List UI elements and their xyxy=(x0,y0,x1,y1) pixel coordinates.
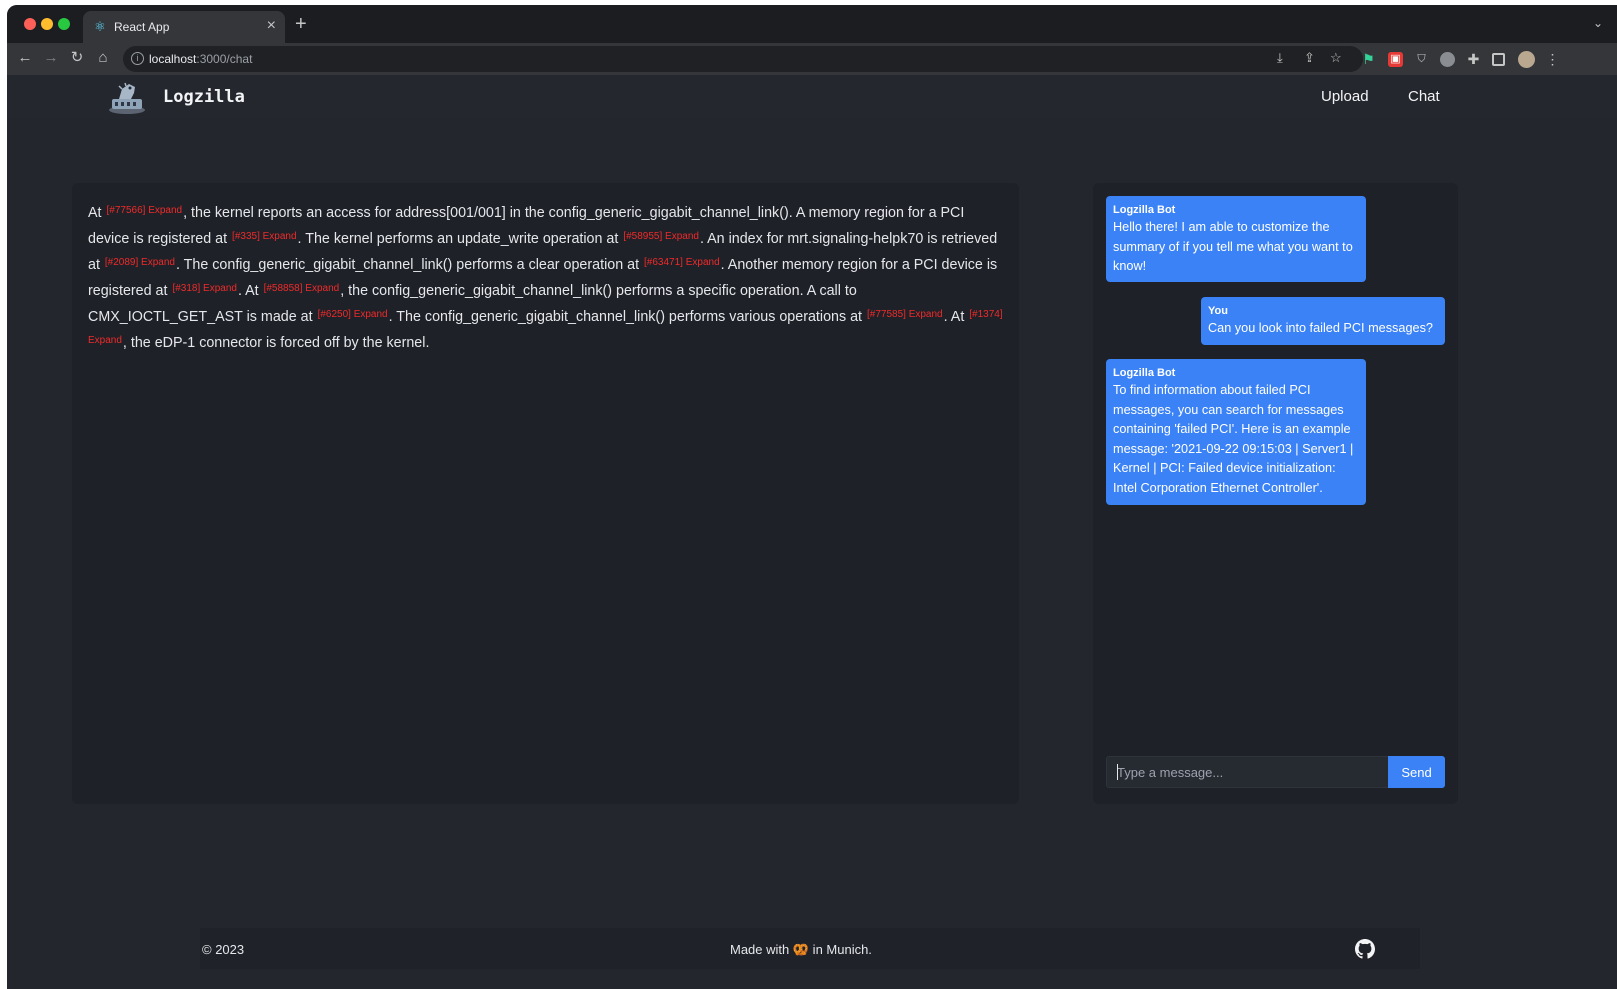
log-reference-link[interactable]: [#63471] Expand xyxy=(644,257,720,268)
brand-name[interactable]: Logzilla xyxy=(163,87,245,107)
chat-panel: Logzilla Bot Hello there! I am able to c… xyxy=(1093,183,1458,804)
log-reference-link[interactable]: [#6250] Expand xyxy=(318,309,388,320)
summary-segment: . At xyxy=(943,309,969,325)
browser-window: ⚛ React App × + ⌄ ← → ↻ ⌂ i localhost:30… xyxy=(7,5,1617,989)
pretzel-icon: 🥨 xyxy=(792,942,810,957)
puzzle-icon[interactable]: ✚ xyxy=(1466,52,1481,67)
maximize-window-button[interactable] xyxy=(58,18,70,30)
log-reference-link[interactable]: [#58858] Expand xyxy=(264,283,340,294)
copyright-text: © 2023 xyxy=(202,942,245,957)
browser-tab[interactable]: ⚛ React App × xyxy=(83,11,285,43)
message-input[interactable] xyxy=(1106,756,1389,788)
react-icon: ⚛ xyxy=(94,19,106,34)
tab-title: React App xyxy=(114,20,170,34)
forward-icon[interactable]: → xyxy=(41,48,61,68)
info-icon[interactable]: i xyxy=(131,52,144,65)
logzilla-logo[interactable] xyxy=(107,81,147,115)
avatar[interactable] xyxy=(1518,51,1535,68)
app-root: Logzilla Upload Chat At [#77566] Expand,… xyxy=(7,75,1617,989)
log-reference-link[interactable]: [#335] Expand xyxy=(232,231,297,242)
extension-icon[interactable] xyxy=(1440,52,1455,67)
extension-icon[interactable]: ⚑ xyxy=(1361,52,1376,67)
message-text: To find information about failed PCI mes… xyxy=(1113,383,1354,495)
summary-segment: . At xyxy=(237,283,263,299)
reload-icon[interactable]: ↻ xyxy=(67,48,87,68)
summary-segment: . The kernel performs an update_write op… xyxy=(297,231,623,247)
kebab-menu-icon[interactable]: ⋮ xyxy=(1545,52,1560,67)
shield-icon[interactable]: ⛉ xyxy=(1414,52,1429,67)
chevron-down-icon[interactable]: ⌄ xyxy=(1593,16,1603,30)
log-reference-link[interactable]: [#318] Expand xyxy=(172,283,237,294)
log-reference-link[interactable]: [#77585] Expand xyxy=(867,309,943,320)
close-window-button[interactable] xyxy=(24,18,36,30)
address-bar[interactable]: i localhost:3000/chat ⤓ ⇪ ☆ xyxy=(123,46,1363,72)
new-tab-icon[interactable]: + xyxy=(295,13,307,36)
message-sender: You xyxy=(1208,305,1228,317)
summary-text: At [#77566] Expand, the kernel reports a… xyxy=(88,199,1008,355)
summary-panel: At [#77566] Expand, the kernel reports a… xyxy=(72,183,1019,804)
chat-message-user: You Can you look into failed PCI message… xyxy=(1201,297,1445,345)
log-reference-link[interactable]: [#2089] Expand xyxy=(105,257,175,268)
summary-segment: , the eDP-1 connector is forced off by t… xyxy=(122,335,430,351)
tab-close-icon[interactable]: × xyxy=(267,17,276,35)
minimize-window-button[interactable] xyxy=(41,18,53,30)
nav-link-chat[interactable]: Chat xyxy=(1408,88,1440,105)
chat-message-bot: Logzilla Bot Hello there! I am able to c… xyxy=(1106,196,1366,282)
message-sender: Logzilla Bot xyxy=(1113,204,1176,216)
made-with-text: Made with 🥨 in Munich. xyxy=(730,942,872,957)
summary-segment: . The config_generic_gigabit_channel_lin… xyxy=(175,257,644,273)
nav-link-upload[interactable]: Upload xyxy=(1321,88,1369,105)
share-icon[interactable]: ⇪ xyxy=(1304,50,1315,66)
home-icon[interactable]: ⌂ xyxy=(93,48,113,68)
extension-icon[interactable]: ▣ xyxy=(1388,52,1403,67)
summary-segment: . The config_generic_gigabit_channel_lin… xyxy=(388,309,866,325)
chat-message-bot: Logzilla Bot To find information about f… xyxy=(1106,359,1366,505)
log-reference-link[interactable]: [#77566] Expand xyxy=(106,205,182,216)
send-button[interactable]: Send xyxy=(1388,756,1445,788)
github-icon[interactable] xyxy=(1355,939,1375,959)
bookmark-star-icon[interactable]: ☆ xyxy=(1330,50,1342,66)
browser-toolbar: ← → ↻ ⌂ i localhost:3000/chat ⤓ ⇪ ☆ ⚑ ▣ … xyxy=(7,43,1617,75)
url-text: localhost:3000/chat xyxy=(149,52,253,66)
sidepanel-icon[interactable] xyxy=(1492,53,1505,66)
message-text: Can you look into failed PCI messages? xyxy=(1208,321,1433,335)
navbar: Logzilla Upload Chat xyxy=(7,75,1617,119)
log-reference-link[interactable]: [#58955] Expand xyxy=(623,231,699,242)
message-text: Hello there! I am able to customize the … xyxy=(1113,220,1353,273)
back-icon[interactable]: ← xyxy=(15,48,35,68)
install-icon[interactable]: ⤓ xyxy=(1277,50,1283,66)
tab-strip: ⚛ React App × + ⌄ xyxy=(7,5,1617,43)
text-cursor xyxy=(1117,764,1118,780)
footer: © 2023 Made with 🥨 in Munich. xyxy=(200,928,1420,969)
summary-segment: At xyxy=(88,205,106,221)
message-sender: Logzilla Bot xyxy=(1113,367,1176,379)
